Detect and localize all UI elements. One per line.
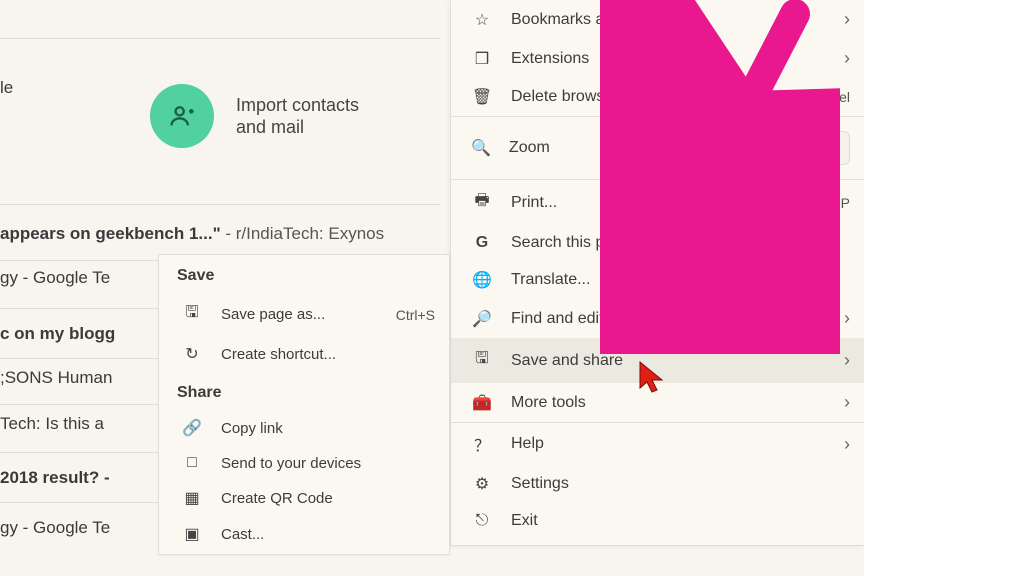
submenu-save-page-as[interactable]: 🖫 Save page as... Ctrl+S xyxy=(159,293,449,336)
submenu-create-qr[interactable]: ▦ Create QR Code xyxy=(159,480,449,516)
menu-search-google[interactable]: G Search this p w Google... xyxy=(451,225,864,261)
submenu-cast[interactable]: ▣ Cast... xyxy=(159,516,449,552)
chevron-right-icon: › xyxy=(844,350,850,371)
submenu-send-to-devices[interactable]: □ Send to your devices xyxy=(159,446,449,480)
exit-icon: ⎋ xyxy=(471,512,493,530)
bg-fragment-tech: Tech: Is this a xyxy=(0,414,104,434)
submenu-save-heading: Save xyxy=(159,261,449,293)
add-person-icon xyxy=(150,84,214,148)
translate-icon: 🌐 xyxy=(471,270,493,290)
submenu-create-shortcut[interactable]: ↻ Create shortcut... xyxy=(159,336,449,372)
bg-fragment-2018: 2018 result? - xyxy=(0,468,110,488)
cast-icon: ▣ xyxy=(181,524,203,544)
qr-icon: ▦ xyxy=(181,488,203,508)
bg-fragment-geekbench: appears on geekbench 1..." - r/IndiaTech… xyxy=(0,224,384,244)
help-icon: ？ xyxy=(471,432,493,456)
photo-edge-whitespace xyxy=(864,0,1024,576)
import-contacts-button[interactable]: Import contacts and mail xyxy=(150,84,359,148)
bg-fragment-gy: gy - Google Te xyxy=(0,268,110,288)
search-page-icon: 🔎 xyxy=(471,309,493,329)
menu-find-and-edit[interactable]: 🔎 Find and edit › xyxy=(451,299,864,338)
gear-icon: ⚙ xyxy=(471,474,493,494)
save-share-submenu: Save 🖫 Save page as... Ctrl+S ↻ Create s… xyxy=(158,254,450,555)
menu-print[interactable]: 🖶 Print... Ctrl+P xyxy=(451,180,864,225)
menu-more-tools[interactable]: 🧰 More tools › xyxy=(451,383,864,422)
google-g-icon: G xyxy=(471,234,493,252)
chevron-right-icon: › xyxy=(844,392,850,413)
bg-fragment-gy2: gy - Google Te xyxy=(0,518,110,538)
link-icon: 🔗 xyxy=(181,418,203,438)
chrome-overflow-menu: ☆ Bookmarks and lists › ❒ Extensions › 🗑… xyxy=(450,0,864,546)
menu-bookmarks[interactable]: ☆ Bookmarks and lists › xyxy=(451,0,864,39)
zoom-in-button[interactable]: + xyxy=(764,131,798,165)
bg-fragment-blog: c on my blogg xyxy=(0,324,115,344)
menu-exit[interactable]: ⎋ Exit xyxy=(451,503,864,539)
trash-icon: 🗑 xyxy=(471,87,493,107)
menu-help[interactable]: ？ Help › xyxy=(451,423,864,465)
menu-save-and-share[interactable]: 🖫 Save and share › xyxy=(451,338,864,383)
chevron-right-icon: › xyxy=(844,9,850,30)
chevron-right-icon: › xyxy=(844,434,850,455)
magnifier-icon: 🔍 xyxy=(471,138,491,158)
chevron-right-icon: › xyxy=(844,48,850,69)
shortcut-icon: ↻ xyxy=(181,344,203,364)
save-share-icon: 🖫 xyxy=(471,347,493,374)
chevron-right-icon: › xyxy=(844,308,850,329)
toolbox-icon: 🧰 xyxy=(471,393,493,413)
devices-icon: □ xyxy=(181,454,203,472)
zoom-percentage: 100% xyxy=(693,139,746,157)
printer-icon: 🖶 xyxy=(471,189,493,216)
star-icon: ☆ xyxy=(471,10,493,30)
bg-fragment-sons: ;SONS Human xyxy=(0,368,112,388)
menu-extensions[interactable]: ❒ Extensions › xyxy=(451,39,864,78)
menu-settings[interactable]: ⚙ Settings xyxy=(451,465,864,503)
fullscreen-button[interactable]: ⛶ xyxy=(816,131,850,165)
bg-fragment-le: le xyxy=(0,78,13,98)
menu-zoom-row: 🔍 Zoom 100% + ⛶ xyxy=(451,117,864,179)
submenu-copy-link[interactable]: 🔗 Copy link xyxy=(159,410,449,446)
menu-delete-browsing-data[interactable]: 🗑 Delete browsing data... Ctrl+Shift+Del xyxy=(451,78,864,116)
submenu-share-heading: Share xyxy=(159,378,449,410)
shortcut-label: Ctrl+P xyxy=(811,195,850,211)
shortcut-label: Ctrl+Shift+Del xyxy=(763,89,850,105)
puzzle-icon: ❒ xyxy=(471,49,493,69)
save-page-icon: 🖫 xyxy=(181,301,203,328)
menu-translate[interactable]: 🌐 Translate... xyxy=(451,261,864,299)
